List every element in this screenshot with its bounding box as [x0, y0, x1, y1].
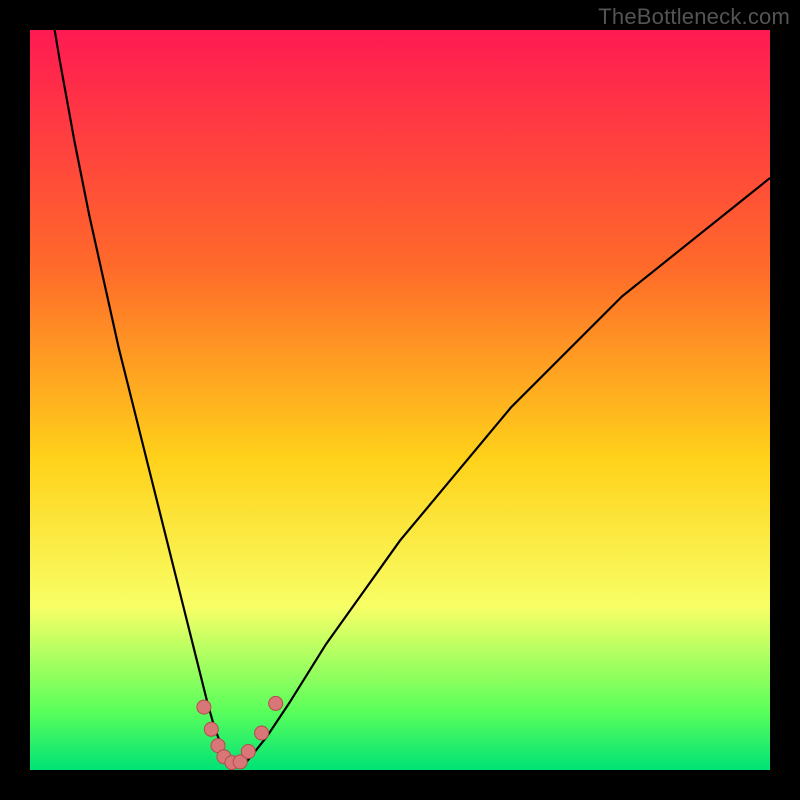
chart-svg [30, 30, 770, 770]
curve-dot [197, 700, 211, 714]
curve-dot [269, 696, 283, 710]
curve-dot [241, 745, 255, 759]
curve-dot [204, 722, 218, 736]
plot-area [30, 30, 770, 770]
gradient-background [30, 30, 770, 770]
curve-dot [255, 726, 269, 740]
watermark-text: TheBottleneck.com [598, 4, 790, 30]
